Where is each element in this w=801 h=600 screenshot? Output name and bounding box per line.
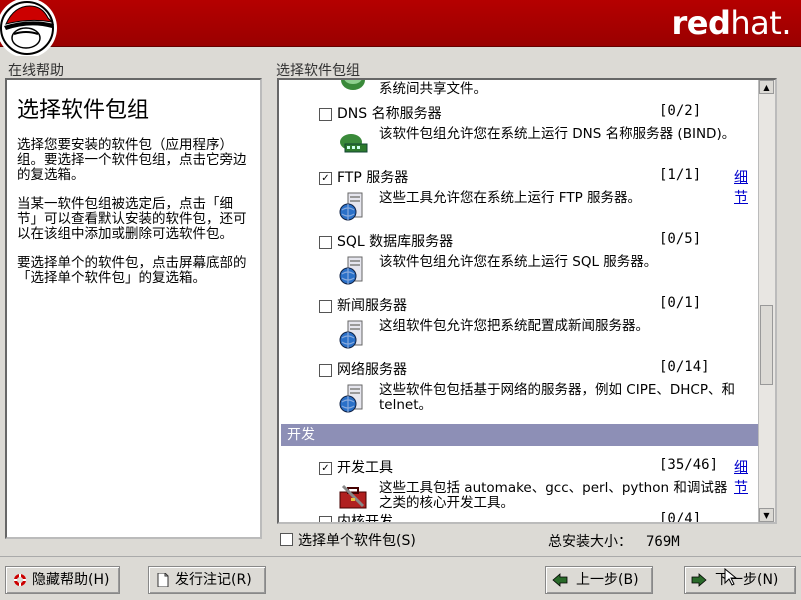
package-group-item: SQL 数据库服务器 [0/5] 该软件包组允许您在系统上运行 SQL 服务器。 [279, 226, 759, 290]
help-paragraph: 当某一软件包组被选定后，点击「细节」可以查看默认安装的软件包，还可以在该组中添加… [17, 196, 247, 242]
checkbox[interactable] [280, 533, 293, 546]
footer-divider [0, 556, 801, 557]
hide-help-button[interactable]: 隐藏帮助(H) [5, 566, 120, 594]
document-icon [157, 573, 169, 587]
package-count: [0/1] [659, 295, 702, 311]
checkbox[interactable]: ✓ [319, 172, 332, 185]
partial-desc: 系统间共享文件。 [379, 81, 487, 97]
redhat-wordmark: redhat. [671, 4, 792, 42]
package-group-description: 该软件包组允许您在系统上运行 SQL 服务器。 [379, 254, 658, 270]
package-group-item: 新闻服务器 [0/1] 这组软件包允许您把系统配置成新闻服务器。 [279, 290, 759, 354]
arrow-left-icon [552, 573, 568, 587]
hide-help-label: 隐藏帮助(H) [32, 572, 110, 588]
redhat-shadowman-logo [0, 0, 57, 56]
release-notes-label: 发行注记(R) [175, 572, 252, 588]
lifebuoy-icon [14, 574, 26, 586]
help-paragraph: 选择您要安装的软件包（应用程序）组。要选择一个软件包组，点击它旁边的复选箱。 [17, 137, 247, 183]
package-pane-label: 选择软件包组 [276, 63, 360, 79]
package-group-description: 该软件包组允许您在系统上运行 DNS 名称服务器 (BIND)。 [379, 126, 736, 142]
checkbox[interactable]: ✓ [319, 462, 332, 475]
help-pane-label: 在线帮助 [8, 63, 64, 79]
package-group-name: SQL 数据库服务器 [337, 234, 454, 250]
category-header-development: 开发 [281, 424, 759, 446]
package-group-description: 这些工具允许您在系统上运行 FTP 服务器。 [379, 190, 641, 206]
partial-package-item: 系统间共享文件。 [279, 80, 759, 98]
server-icon [339, 192, 363, 221]
package-group-list[interactable]: 系统间共享文件。 DNS 名称服务器 [0/2] 该软件包组允许您在系统上运行 DN… [277, 78, 777, 524]
checkbox[interactable] [319, 516, 332, 522]
release-notes-button[interactable]: 发行注记(R) [148, 566, 266, 594]
help-title: 选择软件包组 [17, 98, 150, 123]
package-group-item: DNS 名称服务器 [0/2] 该软件包组允许您在系统上运行 DNS 名称服务器 (… [279, 98, 759, 162]
partial-package-item: 内核开发 [0/4] [279, 511, 759, 522]
checkbox[interactable] [319, 236, 332, 249]
checkbox[interactable] [319, 108, 332, 121]
package-group-description: 这些软件包包括基于网络的服务器，例如 CIPE、DHCP、和 telnet。 [379, 382, 735, 413]
checkbox[interactable] [319, 300, 332, 313]
server-icon [339, 320, 363, 349]
total-size-label: 总安装大小： [548, 534, 632, 550]
package-count: [0/14] [659, 359, 710, 375]
network-server-icon [340, 134, 368, 153]
package-name: 内核开发 [337, 514, 393, 524]
server-icon [339, 384, 363, 413]
back-button[interactable]: 上一步(B) [545, 566, 653, 594]
next-button[interactable]: 下一步(N) [684, 566, 796, 594]
scroll-down-button[interactable]: ▼ [759, 508, 774, 522]
package-group-name: 开发工具 [337, 460, 393, 476]
total-install-size: 总安装大小： 769M [548, 531, 680, 551]
select-individual-packages[interactable]: 选择单个软件包(S) [280, 530, 416, 550]
package-count: [35/46] [659, 457, 719, 473]
arrow-right-icon [691, 573, 707, 587]
package-group-name: FTP 服务器 [337, 170, 409, 186]
scroll-thumb[interactable] [760, 305, 773, 385]
package-list-content: 系统间共享文件。 DNS 名称服务器 [0/2] 该软件包组允许您在系统上运行 DN… [279, 80, 759, 522]
help-paragraph: 要选择单个的软件包，点击屏幕底部的「选择单个软件包」的复选箱。 [17, 255, 247, 286]
mouse-pointer-icon [724, 568, 738, 586]
server-icon [339, 256, 363, 285]
checkbox[interactable] [319, 364, 332, 377]
back-label: 上一步(B) [576, 572, 639, 588]
scroll-up-button[interactable]: ▲ [759, 80, 774, 94]
package-group-description: 这些工具包括 automake、gcc、perl、python 和调试器之类的核… [379, 480, 728, 511]
package-group-name: DNS 名称服务器 [337, 106, 442, 122]
package-group-item: ✓ FTP 服务器 [1/1] 细节 这些工具允许您在系统上运行 FTP 服务器。 [279, 162, 759, 226]
online-help-panel: 选择软件包组 选择您要安装的软件包（应用程序）组。要选择一个软件包组，点击它旁边… [5, 78, 262, 539]
package-group-item: 网络服务器 [0/14] 这些软件包包括基于网络的服务器，例如 CIPE、DHCP、… [279, 354, 759, 418]
package-group-item: ✓ 开发工具 [35/46] 细节 这些工具包括 automake、gcc、perl、p… [279, 452, 759, 516]
package-count: [1/1] [659, 167, 702, 183]
header-banner: redhat. [0, 0, 801, 56]
network-share-icon [341, 80, 365, 90]
total-size-value: 769M [646, 534, 680, 550]
package-group-description: 这组软件包允许您把系统配置成新闻服务器。 [379, 318, 649, 334]
package-group-name: 新闻服务器 [337, 298, 407, 314]
vertical-scrollbar[interactable]: ▲ ▼ [758, 80, 775, 522]
toolbox-icon [339, 484, 367, 509]
package-count: [0/4] [659, 511, 702, 524]
package-group-name: 网络服务器 [337, 362, 407, 378]
select-individual-label: 选择单个软件包(S) [298, 533, 416, 549]
package-count: [0/2] [659, 103, 702, 119]
package-count: [0/5] [659, 231, 702, 247]
